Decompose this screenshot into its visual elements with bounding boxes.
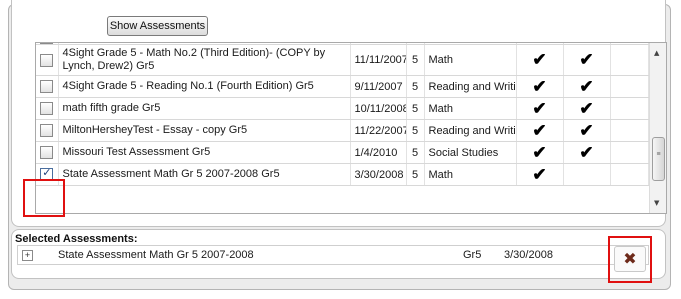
row-checkbox[interactable] <box>40 146 54 159</box>
assessment-list-panel: Show Assessments 4Sight Grade 5 - Math N… <box>11 0 667 227</box>
assessment-subject: Math <box>424 44 517 76</box>
assessment-date: 9/11/2007 <box>350 75 407 98</box>
checkmark-icon: ✔ <box>563 119 611 142</box>
remove-x-icon: ✖ <box>623 249 637 268</box>
selected-assessment-grade: Gr5 <box>463 249 482 261</box>
table-row[interactable]: math fifth grade Gr5 10/11/2008 5 Math ✔ ✔ <box>36 97 649 120</box>
checkmark-icon: ✔ <box>516 75 564 98</box>
row-checkbox[interactable] <box>40 166 54 181</box>
assessment-grade: 5 <box>406 119 425 142</box>
show-assessments-button[interactable]: Show Assessments <box>107 16 208 36</box>
assessment-subject: Social Studies <box>424 141 517 164</box>
scrollbar-grip-icon: ≡ <box>656 151 661 158</box>
grid-scrollbar[interactable]: ▲ ≡ ▼ <box>649 43 666 213</box>
checkmark-icon <box>563 163 611 186</box>
checkmark-icon: ✔ <box>516 44 564 76</box>
selected-assessments-title: Selected Assessments: <box>15 233 138 245</box>
assessment-grade: 5 <box>406 163 425 186</box>
assessment-name: State Assessment Math Gr 5 2007-2008 Gr5 <box>58 163 351 186</box>
row-checkbox[interactable] <box>40 80 54 93</box>
checkmark-icon: ✔ <box>563 97 611 120</box>
table-row[interactable]: 4Sight Grade 5 - Reading No.1 (Fourth Ed… <box>36 75 649 98</box>
assessment-grade: 5 <box>406 75 425 98</box>
remove-selected-button[interactable]: ✖ <box>614 246 646 272</box>
assessment-name: math fifth grade Gr5 <box>58 97 351 120</box>
assessment-grade: 5 <box>406 97 425 120</box>
assessment-grade: 5 <box>406 141 425 164</box>
checkmark-icon: ✔ <box>516 163 564 186</box>
assessment-name: 4Sight Grade 5 - Math No.2 (Third Editio… <box>58 44 351 76</box>
checkmark-icon: ✔ <box>516 97 564 120</box>
assessment-table: 4Sight Grade 5 - Math No.2 (Third Editio… <box>36 43 649 186</box>
checkmark-icon: ✔ <box>516 119 564 142</box>
assessment-name: MiltonHersheyTest - Essay - copy Gr5 <box>58 119 351 142</box>
selected-assessments-panel: Selected Assessments: + State Assessment… <box>11 229 666 279</box>
assessment-grid: 4Sight Grade 5 - Math No.2 (Third Editio… <box>35 42 667 214</box>
table-row[interactable]: MiltonHersheyTest - Essay - copy Gr5 11/2… <box>36 119 649 142</box>
checkmark-icon: ✔ <box>516 141 564 164</box>
assessment-date: 10/11/2008 <box>350 97 407 120</box>
assessment-subject: Reading and Writing <box>424 75 517 98</box>
assessment-subject: Reading and Writing <box>424 119 517 142</box>
row-checkbox[interactable] <box>40 102 54 115</box>
assessment-subject: Math <box>424 97 517 120</box>
row-checkbox[interactable] <box>40 124 54 137</box>
assessment-name: Missouri Test Assessment Gr5 <box>58 141 351 164</box>
checkmark-icon: ✔ <box>563 75 611 98</box>
table-row[interactable]: Missouri Test Assessment Gr5 1/4/2010 5 Soc… <box>36 141 649 164</box>
selected-assessment-name: State Assessment Math Gr 5 2007-2008 <box>58 249 254 261</box>
assessment-date: 11/11/2007 <box>350 44 407 76</box>
assessment-rows: 4Sight Grade 5 - Math No.2 (Third Editio… <box>36 43 649 186</box>
expand-row-icon[interactable]: + <box>22 250 33 261</box>
scrollbar-thumb[interactable]: ≡ <box>652 137 665 181</box>
assessment-subject: Math <box>424 163 517 186</box>
table-row[interactable]: 4Sight Grade 5 - Math No.2 (Third Editio… <box>36 44 649 76</box>
row-checkbox[interactable] <box>40 43 54 44</box>
assessment-name: 4Sight Grade 5 - Reading No.1 (Fourth Ed… <box>58 75 351 98</box>
checkmark-icon: ✔ <box>563 141 611 164</box>
selected-assessment-row[interactable]: + State Assessment Math Gr 5 2007-2008 G… <box>17 245 649 265</box>
scroll-up-arrow-icon[interactable]: ▲ <box>654 49 659 57</box>
assessment-grade: 5 <box>406 44 425 76</box>
assessment-date: 1/4/2010 <box>350 141 407 164</box>
selected-assessment-date: 3/30/2008 <box>504 249 553 261</box>
scroll-down-arrow-icon[interactable]: ▼ <box>654 199 659 207</box>
assessment-date: 3/30/2008 <box>350 163 407 186</box>
assessment-date: 11/22/2007 <box>350 119 407 142</box>
checkmark-icon: ✔ <box>563 44 611 76</box>
table-row[interactable]: State Assessment Math Gr 5 2007-2008 Gr5… <box>36 163 649 186</box>
row-checkbox[interactable] <box>40 53 54 67</box>
